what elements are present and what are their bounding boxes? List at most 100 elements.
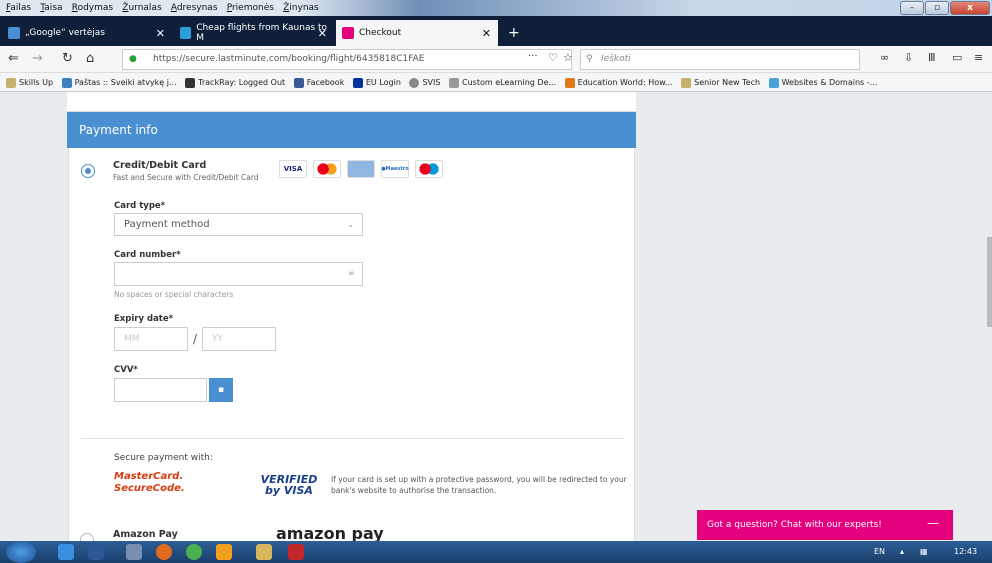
tab-checkout[interactable]: Checkout ✕	[336, 20, 498, 46]
expiry-year-input[interactable]: YY	[202, 327, 276, 351]
home-icon[interactable]: ⌂	[86, 51, 94, 66]
new-tab-button[interactable]: +	[502, 20, 522, 46]
mail-icon	[61, 77, 72, 88]
chat-label: Got a question? Chat with our experts!	[707, 520, 882, 530]
bookmark-star-icon[interactable]: ☆	[563, 51, 573, 64]
tab-cheap-flights[interactable]: Cheap flights from Kaunas to M ✕	[174, 20, 334, 46]
media-icon[interactable]	[216, 544, 232, 560]
forward-icon[interactable]: →	[32, 51, 43, 66]
eu-icon	[352, 77, 363, 88]
amex-icon	[347, 160, 375, 178]
expiry-date-label: Expiry date*	[114, 314, 174, 324]
cvv-input[interactable]	[114, 378, 207, 402]
bookmark-label: EU Login	[365, 78, 401, 87]
tray-expand-icon[interactable]: ▴	[900, 541, 904, 563]
bookmark-pastas[interactable]: Paštas :: Sveiki atvykę j...	[61, 73, 177, 91]
bookmark-skills-up[interactable]: Skills Up	[6, 73, 54, 91]
maximize-button[interactable]: ▫	[925, 1, 949, 15]
bookmark-custom-elearning[interactable]: Custom eLearning De...	[449, 73, 557, 91]
menu-icon[interactable]: ≡	[974, 51, 983, 64]
close-tab-icon[interactable]: ✕	[318, 27, 327, 40]
bookmark-facebook[interactable]: Facebook	[293, 73, 344, 91]
globe-icon	[409, 77, 420, 88]
menu-item-edit[interactable]: Taisa	[40, 0, 62, 16]
search-input[interactable]: ⚲ Ieškoti	[580, 49, 860, 70]
app-icon[interactable]	[126, 544, 142, 560]
close-tab-icon[interactable]: ✕	[156, 27, 165, 40]
bookmark-senior-new-tech[interactable]: Senior New Tech	[681, 73, 760, 91]
menu-item-history[interactable]: Žurnalas	[122, 0, 161, 16]
maestro-icon: ●Maestro	[381, 160, 409, 178]
clock[interactable]: 12:43	[954, 541, 977, 563]
cvv-label: CVV*	[114, 365, 138, 375]
explorer-icon[interactable]	[256, 544, 272, 560]
card-number-input[interactable]: 🔒︎	[114, 262, 363, 286]
menu-item-bookmarks[interactable]: Adresynas	[171, 0, 218, 16]
minimize-chat-icon[interactable]: —	[927, 508, 939, 538]
taskbar: EN ▴ ▦ 12:43	[0, 541, 992, 563]
mm-placeholder: MM	[124, 334, 140, 344]
close-tab-icon[interactable]: ✕	[482, 27, 491, 40]
sidebar-icon[interactable]: ▭	[952, 51, 962, 64]
credit-card-title: Credit/Debit Card	[113, 160, 207, 171]
tab-strip: „Google“ vertėjas ✕ Cheap flights from K…	[0, 16, 992, 46]
scrollbar[interactable]	[987, 237, 992, 327]
chevron-down-icon: ⌄	[347, 220, 354, 229]
bookmark-label: Paštas :: Sveiki atvykę j...	[74, 78, 177, 87]
page-actions-icon[interactable]: ···	[528, 51, 538, 62]
bookmark-trackray[interactable]: TrackRay: Logged Out	[185, 73, 286, 91]
chrome-icon[interactable]	[186, 544, 202, 560]
payment-info-panel: Credit/Debit Card Fast and Secure with C…	[68, 148, 635, 541]
card-type-select[interactable]: Payment method ⌄	[114, 213, 363, 236]
bookmarks-bar: Skills Up Paštas :: Sveiki atvykę j... T…	[0, 73, 992, 92]
language-indicator[interactable]: EN	[874, 541, 885, 563]
lastminute-icon	[342, 27, 354, 39]
cvv-help-icon[interactable]: ▪	[209, 378, 233, 402]
url-bar[interactable]: ● https://secure.lastminute.com/booking/…	[122, 49, 572, 70]
menu-item-view[interactable]: Rodymas	[72, 0, 113, 16]
window-controls: – ▫ x	[900, 1, 990, 15]
menu-item-file[interactable]: Failas	[6, 0, 31, 16]
payment-info-header: Payment info	[67, 112, 636, 148]
amazon-pay-radio[interactable]	[80, 533, 94, 541]
close-window-button[interactable]: x	[950, 1, 990, 15]
mastercard-icon	[313, 160, 341, 178]
network-icon[interactable]: ▦	[920, 541, 928, 563]
amazon-pay-logo: amazon pay	[276, 524, 384, 541]
credit-card-radio[interactable]	[81, 164, 95, 178]
bookmark-label: Education World: How...	[577, 78, 673, 87]
tab-google-translate[interactable]: „Google“ vertėjas ✕	[2, 20, 172, 46]
bookmark-svis[interactable]: SVIS	[409, 73, 440, 91]
extension-icon[interactable]: ∞	[880, 51, 889, 64]
date-separator: /	[193, 332, 198, 346]
expiry-month-input[interactable]: MM	[114, 327, 188, 351]
mastercard-securecode-logo: MasterCard. SecureCode.	[114, 471, 185, 494]
menu-item-tools[interactable]: Priemonės	[227, 0, 274, 16]
library-icon[interactable]: Ⅲ	[928, 51, 936, 64]
card-type-value: Payment method	[124, 219, 210, 230]
bookmark-education-world[interactable]: Education World: How...	[564, 73, 673, 91]
minimize-button[interactable]: –	[900, 1, 924, 15]
menu-item-help[interactable]: Žinynas	[283, 0, 319, 16]
tab-label: „Google“ vertėjas	[25, 28, 105, 38]
pocket-icon[interactable]: ♡	[548, 51, 558, 64]
bookmark-label: Skills Up	[19, 78, 54, 87]
chat-widget[interactable]: Got a question? Chat with our experts! —	[697, 510, 953, 540]
facebook-icon	[293, 77, 304, 88]
bookmark-eu-login[interactable]: EU Login	[352, 73, 401, 91]
back-icon[interactable]: ⇐	[8, 51, 19, 66]
trackray-icon	[185, 77, 196, 88]
bookmark-label: Custom eLearning De...	[462, 78, 557, 87]
firefox-icon[interactable]	[156, 544, 172, 560]
visa-icon: VISA	[279, 160, 307, 178]
bookmark-websites-domains[interactable]: Websites & Domains -...	[768, 73, 877, 91]
start-button[interactable]	[6, 541, 36, 563]
download-icon[interactable]: ⇩	[904, 51, 913, 64]
ie-icon[interactable]	[58, 544, 74, 560]
yy-placeholder: YY	[212, 334, 223, 344]
reload-icon[interactable]: ↻	[62, 51, 73, 66]
acrobat-icon[interactable]	[288, 544, 304, 560]
bookmark-label: TrackRay: Logged Out	[198, 78, 286, 87]
divider	[81, 438, 624, 439]
word-icon[interactable]	[88, 544, 104, 560]
